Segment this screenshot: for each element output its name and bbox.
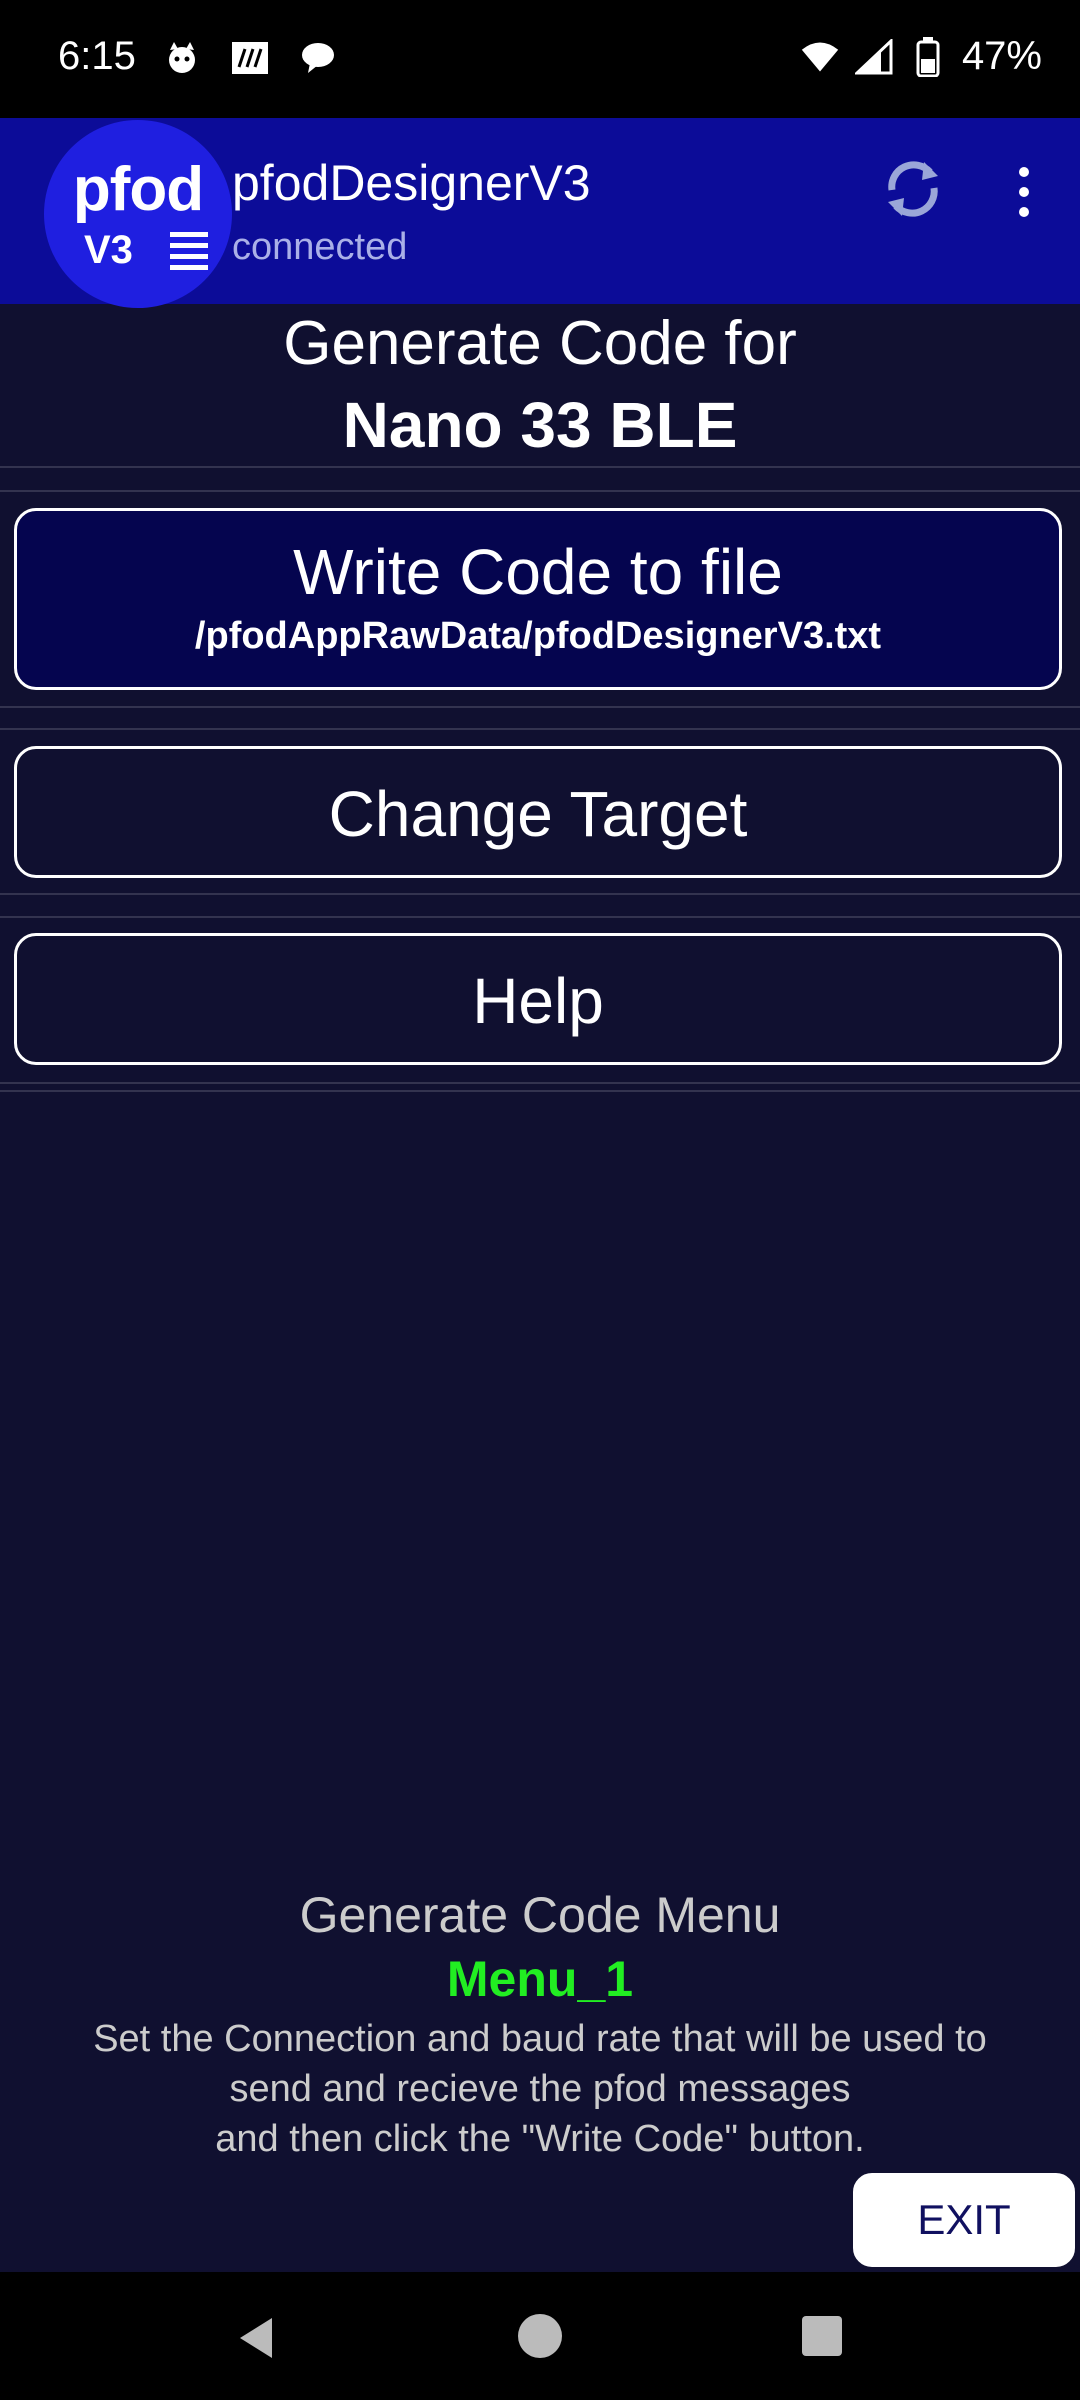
generate-code-heading: Generate Code for [283,309,797,378]
notification-icons [162,38,338,78]
logo-version: V3 [84,228,133,272]
change-target-label: Change Target [328,778,748,850]
exit-button[interactable]: EXIT [850,2170,1078,2270]
menu-description-line: send and recieve the pfod messages [229,2068,851,2110]
app-title: pfodDesignerV3 [232,155,591,211]
status-time: 6:15 [58,34,136,78]
target-board-name: Nano 33 BLE [342,389,738,461]
menu-title: Generate Code Menu [299,1887,781,1943]
divider [0,706,1080,708]
battery-icon [908,36,948,77]
chat-icon [298,38,338,78]
divider [0,1082,1080,1084]
help-label: Help [472,965,604,1037]
menu-description-line: Set the Connection and baud rate that wi… [93,2018,987,2060]
cat-icon [162,38,202,78]
logo-text: pfod [72,155,204,224]
divider [0,916,1080,918]
system-icons: 47% [800,34,1042,79]
status-bar: 6:15 47% [0,0,1080,118]
write-code-button[interactable]: Write Code to file /pfodAppRawData/pfodD… [14,508,1062,690]
write-code-path: /pfodAppRawData/pfodDesignerV3.txt [194,615,882,657]
divider [0,466,1080,468]
divider [0,728,1080,730]
menu-lines-icon [170,232,208,270]
menu-description-line: and then click the "Write Code" button. [215,2118,865,2160]
battery-percent: 47% [961,34,1042,78]
divider [0,490,1080,492]
divider [0,1090,1080,1092]
pfod-logo: pfod V3 [44,120,232,308]
wifi-icon [800,37,840,77]
menu-description: Set the Connection and baud rate that wi… [30,2014,1050,2164]
help-button[interactable]: Help [14,933,1062,1065]
refresh-icon[interactable] [880,156,946,222]
write-code-label: Write Code to file [293,536,783,608]
connection-status: connected [232,226,408,268]
more-options-icon[interactable] [1008,160,1040,224]
divider [0,893,1080,895]
change-target-button[interactable]: Change Target [14,746,1062,878]
menu-id: Menu_1 [446,1951,634,2007]
signal-icon [854,37,894,77]
home-icon[interactable] [516,2312,564,2360]
back-icon[interactable] [232,2312,284,2364]
notes-icon [230,38,270,78]
recent-apps-icon[interactable] [800,2314,844,2358]
